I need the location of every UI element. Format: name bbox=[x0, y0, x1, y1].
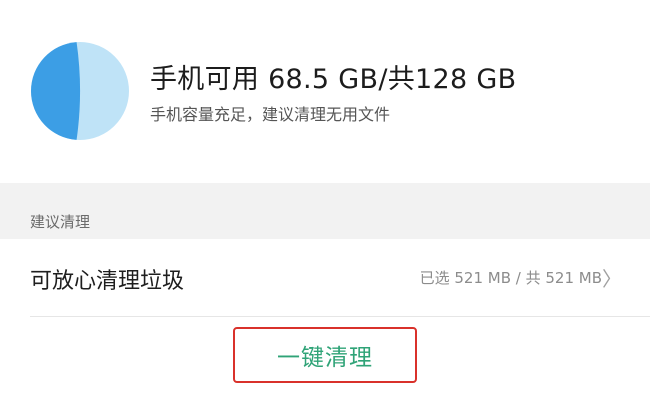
one-click-clean-button[interactable]: 一键清理 bbox=[233, 327, 417, 383]
storage-subtitle: 手机容量充足，建议清理无用文件 bbox=[150, 105, 391, 124]
storage-usage-chart bbox=[31, 42, 129, 140]
storage-title: 手机可用 68.5 GB/共128 GB bbox=[150, 64, 517, 95]
storage-header: 手机可用 68.5 GB/共128 GB 手机容量充足，建议清理无用文件 bbox=[0, 0, 650, 183]
list-item-value: 已选 521 MB / 共 521 MB bbox=[419, 269, 602, 287]
section-label: 建议清理 bbox=[30, 213, 91, 231]
chevron-right-icon: 〉 bbox=[602, 267, 622, 291]
row-divider bbox=[30, 316, 650, 317]
list-item-junk-files[interactable]: 可放心清理垃圾 已选 521 MB / 共 521 MB 〉 bbox=[0, 239, 650, 317]
list-item-label: 可放心清理垃圾 bbox=[30, 269, 185, 294]
section-divider-band bbox=[0, 183, 650, 239]
storage-used-slice bbox=[31, 42, 81, 140]
